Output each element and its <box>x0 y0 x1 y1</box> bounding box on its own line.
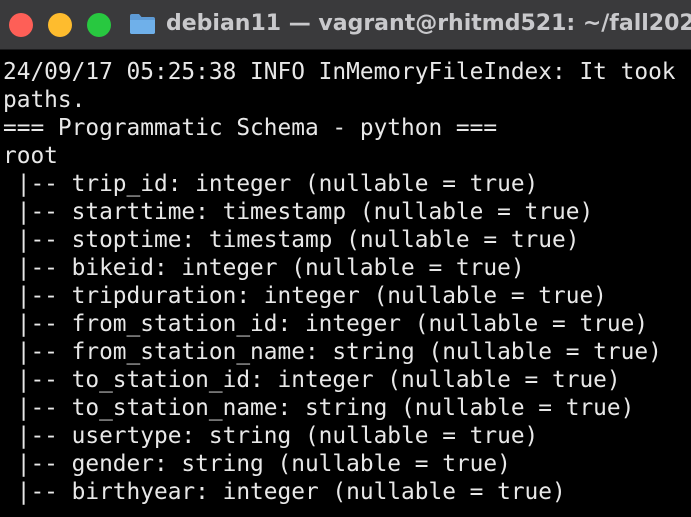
terminal-window: debian11 — vagrant@rhitmd521: ~/fall2023… <box>0 0 691 517</box>
zoom-button[interactable] <box>87 13 111 37</box>
minimize-button[interactable] <box>48 13 72 37</box>
terminal-line: 24/09/17 05:25:38 INFO InMemoryFileIndex… <box>3 59 676 85</box>
terminal-line: |-- gender: string (nullable = true) <box>3 451 511 477</box>
title-bar[interactable]: debian11 — vagrant@rhitmd521: ~/fall2023 <box>0 0 691 50</box>
terminal-line: |-- birthyear: integer (nullable = true) <box>3 479 566 505</box>
terminal-line: |-- stoptime: timestamp (nullable = true… <box>3 227 580 253</box>
window-title: debian11 — vagrant@rhitmd521: ~/fall2023 <box>166 11 691 36</box>
terminal-line: |-- tripduration: integer (nullable = tr… <box>3 283 607 309</box>
terminal-line: |-- from_station_id: integer (nullable =… <box>3 311 649 337</box>
terminal-line: |-- bikeid: integer (nullable = true) <box>3 255 525 281</box>
terminal-line: root <box>3 143 58 169</box>
terminal-output[interactable]: 24/09/17 05:25:38 INFO InMemoryFileIndex… <box>0 58 691 517</box>
folder-icon <box>129 11 156 35</box>
terminal-line: paths. <box>3 87 86 113</box>
terminal-line: |-- starttime: timestamp (nullable = tru… <box>3 199 594 225</box>
terminal-line: |-- trip_id: integer (nullable = true) <box>3 171 539 197</box>
terminal-line: |-- usertype: string (nullable = true) <box>3 423 539 449</box>
close-button[interactable] <box>9 13 33 37</box>
terminal-line: === Programmatic Schema - python === <box>3 115 498 141</box>
terminal-line: |-- to_station_id: integer (nullable = t… <box>3 367 621 393</box>
terminal-line: |-- to_station_name: string (nullable = … <box>3 395 635 421</box>
terminal-line: |-- from_station_name: string (nullable … <box>3 339 662 365</box>
